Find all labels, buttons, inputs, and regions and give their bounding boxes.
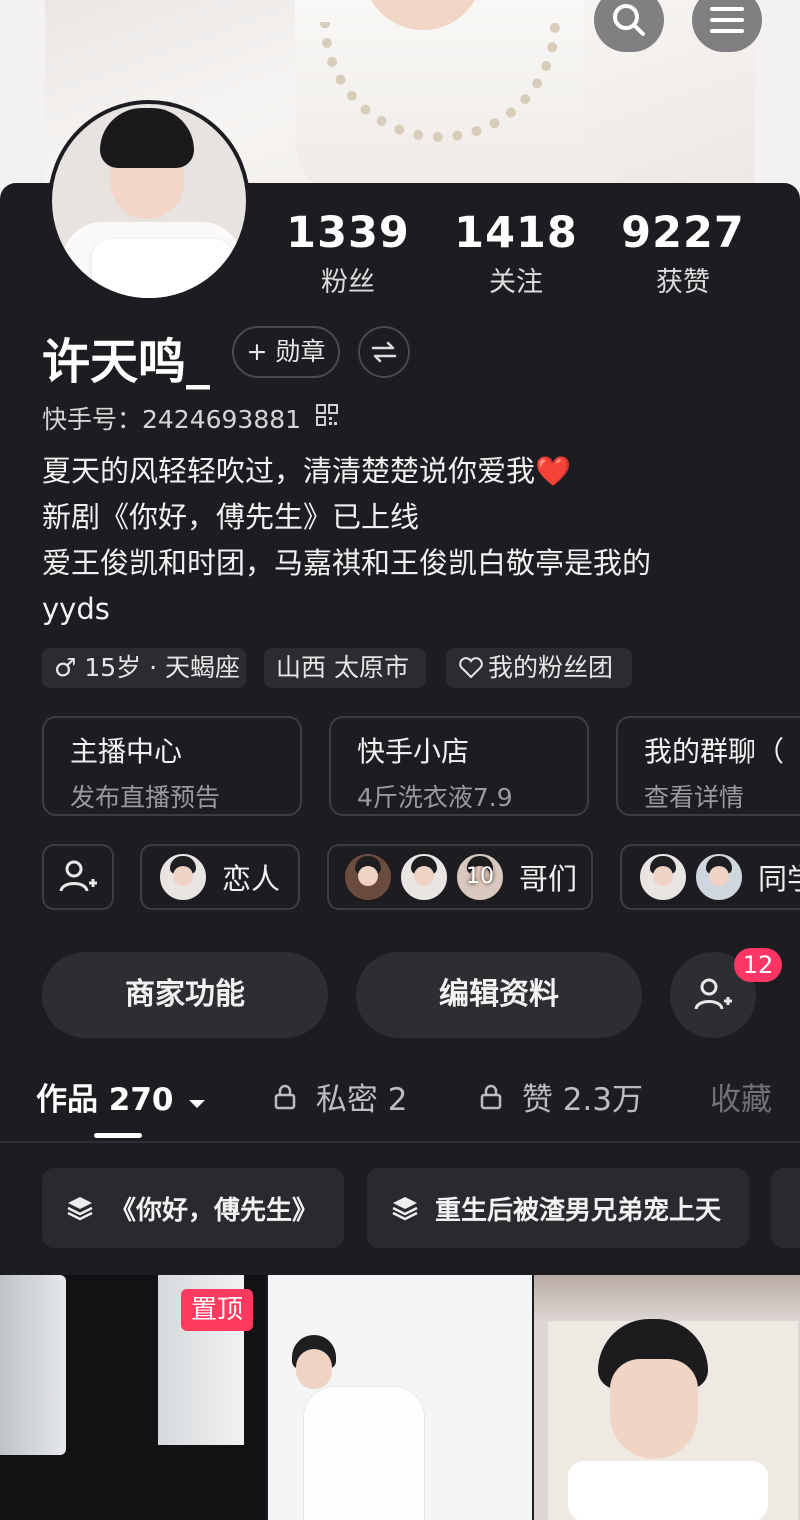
- age-zodiac-tag: ♂ 15岁 · 天蝎座: [42, 648, 246, 688]
- merchant-features-button[interactable]: 商家功能: [42, 952, 328, 1038]
- tab-private[interactable]: 私密 2: [274, 1074, 407, 1119]
- search-icon: [613, 4, 645, 36]
- add-friend-group-button[interactable]: [42, 844, 114, 910]
- card-subtitle: 发布直播预告: [70, 783, 221, 812]
- collection-chip-partial[interactable]: [771, 1168, 800, 1248]
- profile-name: 许天鸣_: [42, 334, 211, 390]
- active-tab-indicator: [94, 1133, 142, 1138]
- group-label: 哥们: [519, 862, 578, 896]
- heart-icon: [459, 657, 483, 679]
- bio-line: yyds: [42, 592, 110, 626]
- streamer-center-card[interactable]: 主播中心 发布直播预告: [42, 716, 302, 816]
- stat-value: 9227: [621, 208, 745, 258]
- thumb-shirt: [304, 1387, 424, 1520]
- thumb-door-left: [0, 1275, 66, 1455]
- add-user-icon: [59, 860, 97, 892]
- kuaishou-id: 快手号：2424693881: [42, 405, 302, 434]
- member-count: 10: [466, 864, 494, 889]
- collection-chip[interactable]: 重生后被渣男兄弟宠上天: [367, 1168, 749, 1248]
- stat-likes[interactable]: 9227 获赞: [603, 208, 763, 299]
- stat-followers[interactable]: 1339 粉丝: [268, 208, 428, 299]
- stat-label: 获赞: [656, 267, 710, 298]
- notification-badge: 12: [734, 948, 782, 982]
- lock-icon: [274, 1084, 296, 1110]
- add-user-icon: [694, 978, 732, 1010]
- group-lover[interactable]: 恋人: [140, 844, 300, 910]
- thumb-face: [296, 1349, 332, 1389]
- collection-chip[interactable]: 《你好，傅先生》: [42, 1168, 344, 1248]
- collection-title: 重生后被渣男兄弟宠上天: [435, 1195, 722, 1226]
- tab-label: 收藏: [710, 1082, 772, 1118]
- card-subtitle: 查看详情: [644, 783, 745, 812]
- fan-club-label: 我的粉丝团: [488, 653, 614, 682]
- tab-label: 作品 270: [36, 1082, 174, 1118]
- thumb-face: [610, 1359, 698, 1459]
- tab-favorites[interactable]: 收藏: [710, 1074, 772, 1119]
- tab-liked[interactable]: 赞 2.3万: [480, 1074, 643, 1119]
- fan-club-tag[interactable]: 我的粉丝团: [446, 648, 632, 688]
- group-bros[interactable]: 10 哥们: [327, 844, 593, 910]
- card-title: 主播中心: [70, 735, 183, 768]
- caret-down-icon: [189, 1100, 206, 1108]
- add-badge-button[interactable]: + 勋章: [232, 326, 340, 378]
- switch-account-button[interactable]: [358, 326, 410, 378]
- member-avatar: [694, 852, 744, 902]
- card-title: 快手小店: [357, 735, 470, 768]
- tab-works[interactable]: 作品 270: [36, 1074, 206, 1119]
- stat-value: 1339: [286, 208, 410, 258]
- stat-label: 关注: [489, 267, 543, 298]
- tab-label: 私密 2: [315, 1082, 408, 1118]
- member-avatar: 10: [455, 852, 505, 902]
- avatar-hair: [100, 108, 194, 168]
- group-chat-card[interactable]: 我的群聊（ 查看详情: [616, 716, 800, 816]
- member-avatar: [638, 852, 688, 902]
- edit-profile-button[interactable]: 编辑资料: [356, 952, 642, 1038]
- group-label: 同学: [758, 862, 800, 896]
- avatar[interactable]: [48, 100, 250, 302]
- member-avatar: [158, 852, 208, 902]
- member-avatar: [343, 852, 393, 902]
- menu-icon: [710, 7, 744, 33]
- member-avatar: [399, 852, 449, 902]
- lock-icon: [480, 1084, 502, 1110]
- tab-label: 赞 2.3万: [521, 1082, 644, 1118]
- bio-line: 爱王俊凯和时团，马嘉祺和王俊凯白敬亭是我的: [42, 546, 652, 580]
- location-tag: 山西 太原市: [264, 648, 426, 688]
- stat-label: 粉丝: [321, 267, 375, 298]
- layers-icon: [392, 1197, 418, 1221]
- group-classmates[interactable]: 同学: [620, 844, 800, 910]
- stat-following[interactable]: 1418 关注: [436, 208, 596, 299]
- group-label: 恋人: [222, 862, 281, 896]
- avatar-pillow: [92, 239, 232, 298]
- layers-icon: [67, 1197, 93, 1221]
- collection-title: 《你好，傅先生》: [110, 1195, 319, 1226]
- bio-line: 夏天的风轻轻吹过，清清楚楚说你爱我❤️: [42, 454, 572, 488]
- switch-icon: [371, 341, 397, 363]
- video-thumbnail[interactable]: [268, 1275, 532, 1520]
- qr-code-icon[interactable]: [316, 404, 338, 426]
- card-subtitle: 4斤洗衣液7.9: [357, 783, 513, 812]
- card-title: 我的群聊（: [644, 735, 785, 768]
- pinned-badge: 置顶: [181, 1289, 253, 1331]
- bio-line: 新剧《你好，傅先生》已上线: [42, 500, 420, 534]
- thumb-pillow: [568, 1461, 768, 1520]
- tab-divider: [0, 1141, 800, 1143]
- shop-card[interactable]: 快手小店 4斤洗衣液7.9: [329, 716, 589, 816]
- stat-value: 1418: [454, 208, 578, 258]
- profile-bio: 夏天的风轻轻吹过，清清楚楚说你爱我❤️ 新剧《你好，傅先生》已上线 爱王俊凯和时…: [42, 448, 762, 632]
- video-thumbnail[interactable]: [534, 1275, 800, 1520]
- thumb-blur-top: [534, 1275, 800, 1321]
